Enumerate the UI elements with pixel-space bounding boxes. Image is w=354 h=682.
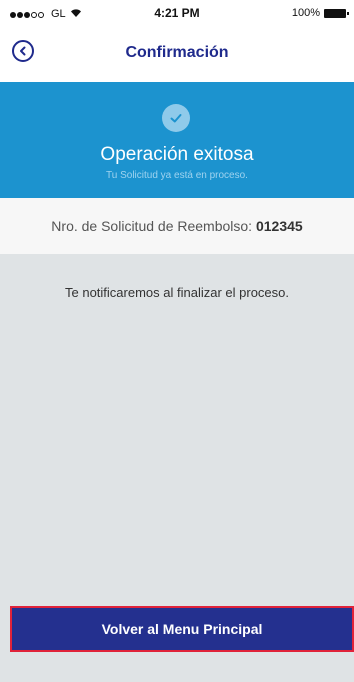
nav-bar: Confirmación (0, 26, 354, 82)
battery-icon (324, 8, 349, 18)
battery-status: 100% (291, 7, 349, 19)
success-banner: Operación exitosa Tu Solicitud ya está e… (0, 82, 354, 198)
page-title: Confirmación (125, 44, 229, 61)
request-number-row: Nro. de Solicitud de Reembolso: 012345 (0, 198, 354, 254)
main-menu-button[interactable]: Volver al Menu Principal (10, 606, 354, 652)
request-number-label: Nro. de Solicitud de Reembolso: (51, 218, 253, 234)
request-number-value: 012345 (255, 218, 303, 234)
notification-message: Te notificaremos al finalizar el proceso… (65, 285, 289, 300)
check-circle-icon (162, 104, 190, 132)
success-subtitle: Tu Solicitud ya está en proceso. (106, 170, 248, 181)
success-title: Operación exitosa (100, 144, 254, 165)
battery-percent: 100% (291, 7, 320, 19)
status-bar: GL 4:21 PM 100% (0, 0, 354, 26)
